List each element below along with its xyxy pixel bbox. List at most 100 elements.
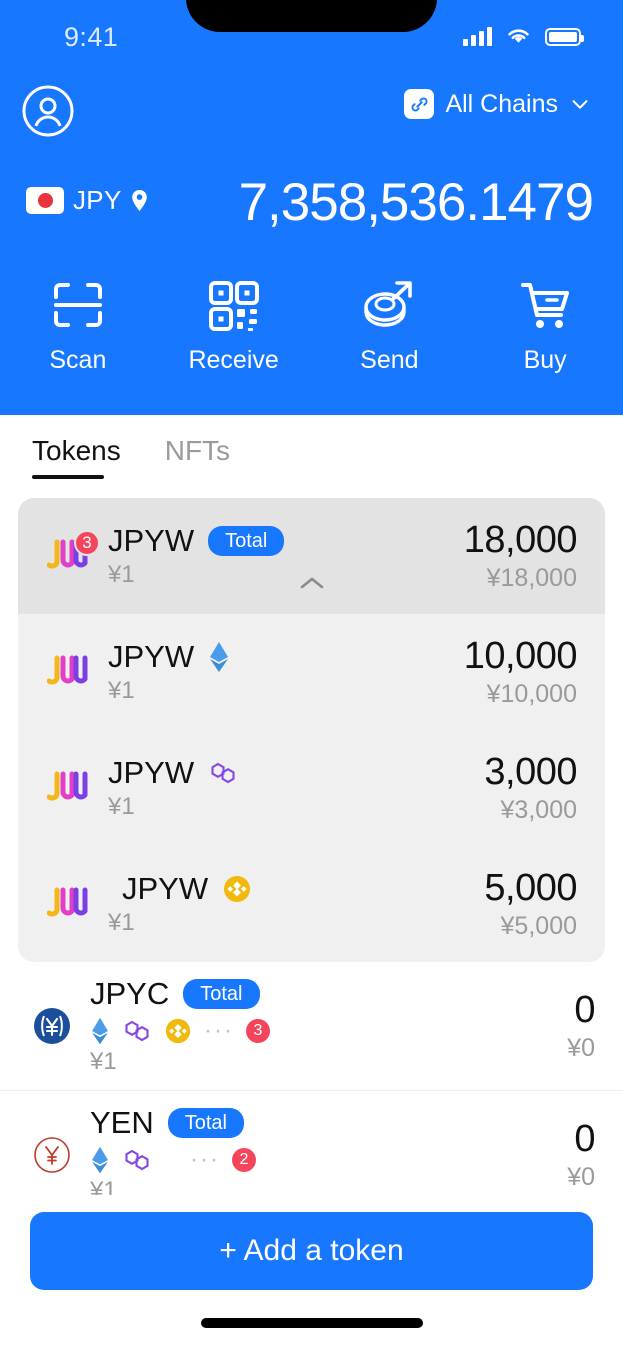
- jpyc-logo-icon: [24, 1006, 80, 1046]
- bottom-bar: + Add a token: [0, 1195, 623, 1350]
- token-group-header[interactable]: 3 JPYW Total ¥1 18,000 ¥18,000: [18, 498, 605, 614]
- chevron-down-icon: [569, 93, 591, 115]
- total-balance: 7,358,536.1479: [239, 172, 593, 233]
- chain-link-icon: [404, 89, 434, 119]
- total-pill: Total: [168, 1108, 244, 1138]
- token-amount: 10,000: [464, 635, 577, 678]
- chain-icons-row: ··· 2: [90, 1145, 567, 1175]
- qr-code-icon: [205, 277, 263, 333]
- token-info: JPYW Total ¥1: [108, 523, 464, 589]
- token-amount: 18,000: [464, 519, 577, 562]
- tab-tokens[interactable]: Tokens: [32, 435, 121, 479]
- token-info: JPYW ¥1: [108, 871, 484, 937]
- action-scan[interactable]: Scan: [0, 277, 156, 392]
- currency-code: JPY: [73, 185, 122, 216]
- polygon-icon: [122, 1017, 152, 1045]
- yen-logo-icon: [24, 1135, 80, 1175]
- chain-overflow-ellipsis: ···: [204, 1017, 234, 1045]
- chain-count-badge: 3: [246, 1019, 270, 1043]
- action-label: Receive: [188, 346, 278, 375]
- home-indicator: [201, 1318, 423, 1328]
- token-values: 3,000 ¥3,000: [484, 751, 577, 825]
- add-token-button[interactable]: + Add a token: [30, 1212, 593, 1290]
- token-row-jpyc[interactable]: JPYC Total: [0, 962, 623, 1090]
- ethereum-icon: [90, 1145, 110, 1175]
- token-title-row: JPYW: [108, 639, 464, 675]
- total-pill: Total: [208, 526, 284, 556]
- token-row[interactable]: JPYW ¥1 5,000 ¥5,000: [18, 846, 605, 962]
- quick-actions: Scan: [0, 277, 623, 392]
- token-amount: 3,000: [484, 751, 577, 794]
- action-send[interactable]: Send: [312, 277, 468, 392]
- token-symbol: JPYW: [108, 639, 194, 675]
- token-symbol: JPYW: [108, 755, 194, 791]
- japan-flag-icon: [26, 187, 64, 214]
- token-amount: 5,000: [484, 867, 577, 910]
- token-price: ¥1: [108, 561, 464, 589]
- status-time: 9:41: [64, 22, 118, 53]
- token-row[interactable]: JPYW ¥1 10,000 ¥10,000: [18, 614, 605, 730]
- token-price: ¥1: [108, 909, 484, 937]
- total-pill: Total: [183, 979, 259, 1009]
- token-values: 0 ¥0: [567, 989, 595, 1063]
- token-info: JPYW ¥1: [108, 755, 484, 821]
- token-fiat: ¥0: [567, 1163, 595, 1192]
- token-fiat: ¥0: [567, 1034, 595, 1063]
- token-price: ¥1: [90, 1048, 567, 1076]
- token-values: 10,000 ¥10,000: [464, 635, 577, 709]
- token-fiat: ¥5,000: [501, 912, 577, 941]
- tab-nfts[interactable]: NFTs: [165, 435, 230, 479]
- token-values: 18,000 ¥18,000: [464, 519, 577, 593]
- jpyw-logo-icon: [42, 652, 98, 692]
- token-row[interactable]: JPYW ¥1 3,000 ¥3,000: [18, 730, 605, 846]
- polygon-icon: [208, 759, 238, 787]
- scan-viewfinder-icon: [48, 277, 108, 333]
- ethereum-icon: [208, 640, 230, 674]
- token-title-row: JPYC Total: [90, 976, 567, 1012]
- chain-icons-row: ··· 3: [90, 1016, 567, 1046]
- action-label: Buy: [524, 346, 567, 375]
- currency-selector[interactable]: JPY: [26, 185, 148, 216]
- wifi-icon: [505, 26, 532, 46]
- bnb-icon: [164, 1017, 192, 1045]
- jpyw-logo-icon: [42, 884, 98, 924]
- token-fiat: ¥10,000: [487, 680, 577, 709]
- token-group-jpyw: 3 JPYW Total ¥1 18,000 ¥18,000: [18, 498, 605, 962]
- account-avatar-icon[interactable]: [22, 85, 74, 137]
- token-symbol: JPYW: [122, 871, 208, 907]
- action-buy[interactable]: Buy: [467, 277, 623, 392]
- token-title-row: YEN Total: [90, 1105, 567, 1141]
- wallet-screen: 9:41: [0, 0, 623, 1350]
- chain-selector-label: All Chains: [445, 90, 558, 119]
- token-info: JPYW ¥1: [108, 639, 464, 705]
- token-list: 3 JPYW Total ¥1 18,000 ¥18,000: [0, 498, 623, 1219]
- jpyw-logo-icon: [42, 768, 98, 808]
- action-label: Send: [360, 346, 418, 375]
- token-symbol: YEN: [90, 1105, 154, 1141]
- shopping-cart-icon: [515, 277, 575, 333]
- chain-selector[interactable]: All Chains: [404, 89, 591, 119]
- chevron-up-icon[interactable]: [291, 570, 333, 596]
- token-amount: 0: [574, 989, 595, 1032]
- status-bar: 9:41: [0, 0, 623, 72]
- token-price: ¥1: [108, 793, 484, 821]
- jpyw-logo-icon: 3: [42, 536, 98, 576]
- bnb-icon: [222, 874, 252, 904]
- token-info: JPYC Total: [90, 976, 567, 1076]
- polygon-icon: [122, 1146, 152, 1174]
- ethereum-icon: [90, 1016, 110, 1046]
- token-values: 0 ¥0: [567, 1118, 595, 1192]
- chain-count-badge: 3: [74, 530, 100, 556]
- action-receive[interactable]: Receive: [156, 277, 312, 392]
- token-title-row: JPYW Total: [108, 523, 464, 559]
- header-panel: 9:41: [0, 0, 623, 415]
- token-info: YEN Total ··· 2: [90, 1105, 567, 1205]
- coin-arrow-up-icon: [359, 277, 419, 333]
- content-sheet: Tokens NFTs 3 J: [0, 415, 623, 1350]
- token-title-row: JPYW: [108, 871, 484, 907]
- token-price: ¥1: [108, 677, 464, 705]
- token-fiat: ¥18,000: [487, 564, 577, 593]
- token-values: 5,000 ¥5,000: [484, 867, 577, 941]
- token-symbol: JPYW: [108, 523, 194, 559]
- token-title-row: JPYW: [108, 755, 484, 791]
